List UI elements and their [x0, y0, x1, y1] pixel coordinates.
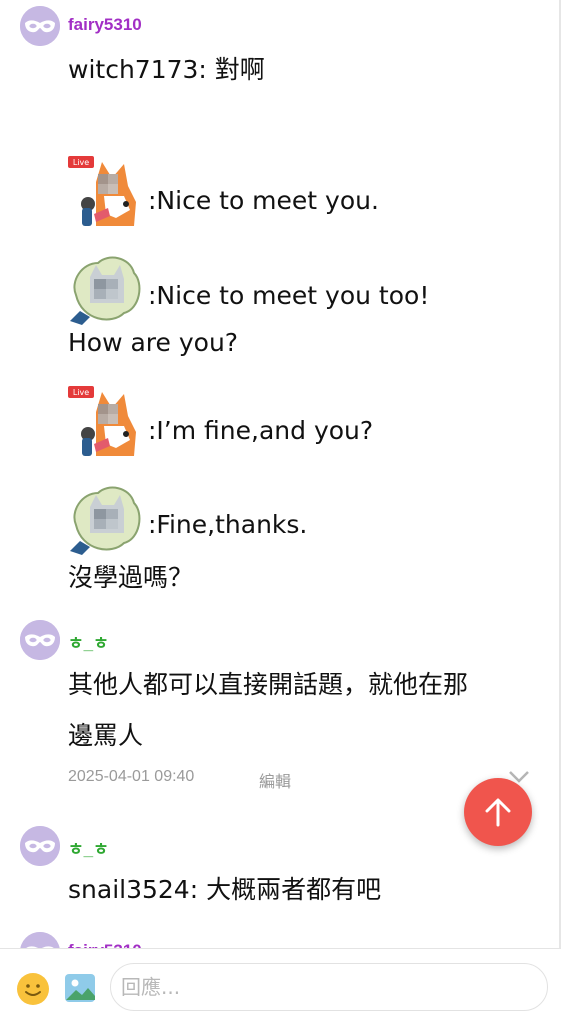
mask-avatar-icon[interactable] — [20, 826, 60, 866]
arrow-up-icon — [485, 798, 511, 827]
comment-line: :Nice to meet you. — [148, 186, 379, 215]
username[interactable]: fairy5310 — [68, 15, 142, 35]
cat-sticker-icon — [68, 251, 142, 325]
comment-line: :I’m fine,and you? — [148, 416, 374, 445]
fox-sticker-icon — [68, 156, 142, 230]
comment-line: :Fine,thanks. — [148, 510, 308, 539]
username[interactable]: ㅎ_ㅎ — [68, 835, 109, 860]
comment-line: snail3524: 大概兩者都有吧 — [68, 875, 382, 904]
timestamp: 2025-04-01 09:40 — [68, 768, 195, 785]
comment-line: witch7173: 對啊 — [68, 55, 265, 84]
comment-line: :Nice to meet you too! — [148, 281, 430, 310]
fox-sticker-icon — [68, 386, 142, 460]
emoji-icon[interactable] — [17, 973, 49, 1005]
reply-bar — [0, 948, 561, 1025]
edit-link[interactable]: 編輯 — [259, 768, 291, 792]
scroll-to-top-button[interactable] — [464, 778, 532, 846]
reply-input[interactable] — [110, 963, 548, 1011]
comment-line: 邊罵人 — [68, 721, 144, 750]
comment-line: 沒學過嗎？ — [68, 563, 194, 592]
comment-line: 其他人都可以直接開話題，就他在那 — [68, 670, 469, 699]
username[interactable]: ㅎ_ㅎ — [68, 629, 109, 654]
cat-sticker-icon — [68, 481, 142, 555]
mask-avatar-icon[interactable] — [20, 932, 60, 948]
mask-avatar-icon[interactable] — [20, 6, 60, 46]
comment-line: How are you? — [68, 328, 239, 357]
username[interactable]: fairy5310 — [68, 941, 142, 948]
image-icon[interactable] — [64, 972, 96, 1004]
mask-avatar-icon[interactable] — [20, 620, 60, 660]
